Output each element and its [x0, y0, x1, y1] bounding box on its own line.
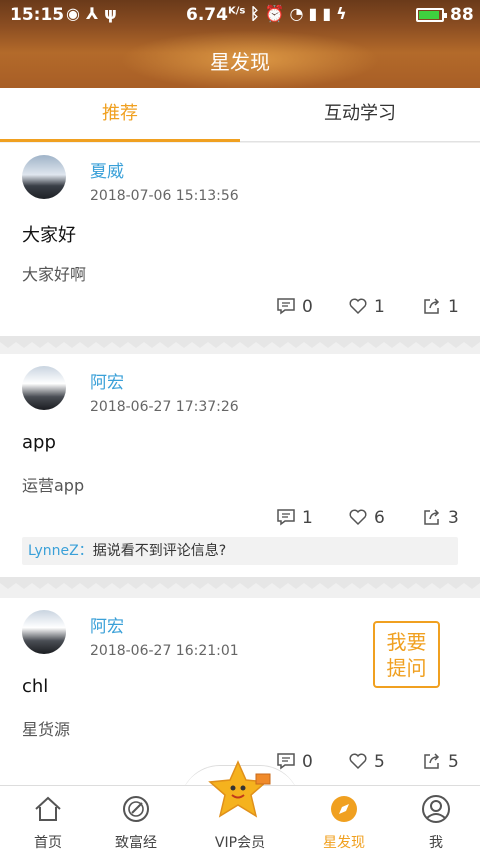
ask-question-button[interactable]: 我要 提问 [373, 621, 440, 688]
post-time: 2018-07-06 15:13:56 [90, 188, 239, 204]
network-speed-value: 6.74 [186, 5, 228, 25]
avatar[interactable] [22, 155, 66, 199]
heart-icon [349, 298, 367, 315]
network-speed: 6.74K/s [186, 5, 245, 25]
like-count[interactable]: 1 [348, 296, 385, 318]
share-count-value: 3 [448, 508, 459, 528]
dot-circle-icon: ◉ [66, 4, 86, 23]
share-count-value: 1 [448, 297, 459, 317]
post-title: app [22, 432, 56, 453]
post-card[interactable]: 阿宏 2018-06-27 17:37:26 app 运营app 1 6 3 L… [0, 354, 480, 578]
page-title: 星发现 [210, 50, 270, 74]
signal-4g-icon: ▮ [322, 4, 337, 23]
post-card[interactable]: 夏威 2018-07-06 15:13:56 大家好 大家好啊 0 1 1 [0, 143, 480, 337]
comment-count[interactable]: 0 [276, 296, 313, 318]
tab-bar: 推荐 互动学习 [0, 88, 480, 142]
home-icon [35, 796, 61, 821]
nav-home-label: 首页 [34, 835, 62, 851]
like-count[interactable]: 5 [348, 751, 385, 773]
post-username[interactable]: 夏威 [90, 157, 124, 182]
share-count[interactable]: 5 [422, 751, 459, 773]
zigzag-divider [0, 577, 480, 589]
comment-icon [277, 298, 295, 315]
post-body: 星货源 [22, 720, 71, 739]
post-username[interactable]: 阿宏 [90, 368, 124, 393]
like-count-value: 5 [374, 752, 385, 772]
nav-discover-label: 星发现 [323, 835, 365, 851]
nav-vip-label: VIP会员 [214, 835, 266, 851]
comment-separator: ： [78, 543, 93, 559]
tab-interactive-learning[interactable]: 互动学习 [240, 88, 480, 142]
signal-icon: ▮ [308, 4, 323, 23]
comment-author[interactable]: LynneZ [28, 543, 79, 559]
comment-preview[interactable]: LynneZ：据说看不到评论信息? [22, 537, 458, 565]
alarm-icon: ⏰ [264, 4, 290, 23]
comment-text: 据说看不到评论信息? [92, 543, 227, 559]
discover-icon [331, 796, 357, 822]
battery-icon [416, 8, 447, 22]
tab-recommended[interactable]: 推荐 [0, 88, 240, 142]
usb-icon: ψ [104, 4, 123, 23]
status-bar: 15:15 ◉⅄ψ 6.74K/s ᛒ⏰◔▮▮ϟ 88 [0, 0, 480, 30]
nav-home[interactable]: 首页 [0, 786, 96, 853]
share-icon [424, 753, 440, 769]
nav-me[interactable]: 我 [388, 786, 480, 853]
comment-icon [277, 753, 295, 770]
avatar[interactable] [22, 610, 66, 654]
post-time: 2018-06-27 16:21:01 [90, 643, 239, 659]
bluetooth-icon: ᛒ [250, 4, 265, 23]
zigzag-divider [0, 336, 480, 348]
nav-me-label: 我 [429, 835, 443, 851]
comment-icon [277, 509, 295, 526]
ask-question-line1: 我要 [386, 630, 427, 654]
status-right-icons: ᛒ⏰◔▮▮ϟ [250, 4, 352, 23]
share-count-value: 5 [448, 752, 459, 772]
nav-fortune-label: 致富经 [115, 835, 157, 851]
nav-vip[interactable]: VIP会员 [192, 760, 288, 853]
profile-icon [422, 795, 450, 823]
bottom-nav: 首页 致富经 VIP会员 星发现 我 [0, 760, 480, 853]
status-left-icons: ◉⅄ψ [66, 4, 123, 23]
share-count[interactable]: 3 [422, 507, 459, 529]
network-speed-unit: K/s [227, 5, 246, 17]
post-title: chl [22, 676, 49, 697]
battery-level: 88 [450, 5, 474, 25]
post-body: 大家好啊 [22, 265, 87, 284]
comment-count-value: 0 [302, 297, 313, 317]
share-count[interactable]: 1 [422, 296, 459, 318]
comment-count[interactable]: 1 [276, 507, 313, 529]
share-icon [424, 298, 440, 314]
status-time: 15:15 [10, 5, 65, 25]
post-time: 2018-06-27 17:37:26 [90, 399, 239, 415]
like-count-value: 1 [374, 297, 385, 317]
usb-share-icon: ⅄ [85, 4, 105, 23]
charging-icon: ϟ [336, 4, 352, 23]
comment-count-value: 0 [302, 752, 313, 772]
compass-icon [123, 796, 149, 822]
like-count[interactable]: 6 [348, 507, 385, 529]
post-title: 大家好 [22, 225, 76, 246]
post-body: 运营app [22, 476, 85, 495]
ask-question-line2: 提问 [386, 656, 427, 680]
wifi-icon: ◔ [289, 4, 309, 23]
like-count-value: 6 [374, 508, 385, 528]
comment-count-value: 1 [302, 508, 313, 528]
heart-icon [349, 753, 367, 770]
heart-icon [349, 509, 367, 526]
comment-count[interactable]: 0 [276, 751, 313, 773]
share-icon [424, 509, 440, 525]
title-bar: 15:15 ◉⅄ψ 6.74K/s ᛒ⏰◔▮▮ϟ 88 星发现 [0, 0, 480, 90]
nav-discover[interactable]: 星发现 [296, 786, 392, 853]
avatar[interactable] [22, 366, 66, 410]
nav-fortune[interactable]: 致富经 [88, 786, 184, 853]
star-mascot-icon [208, 760, 271, 818]
post-username[interactable]: 阿宏 [90, 612, 124, 637]
